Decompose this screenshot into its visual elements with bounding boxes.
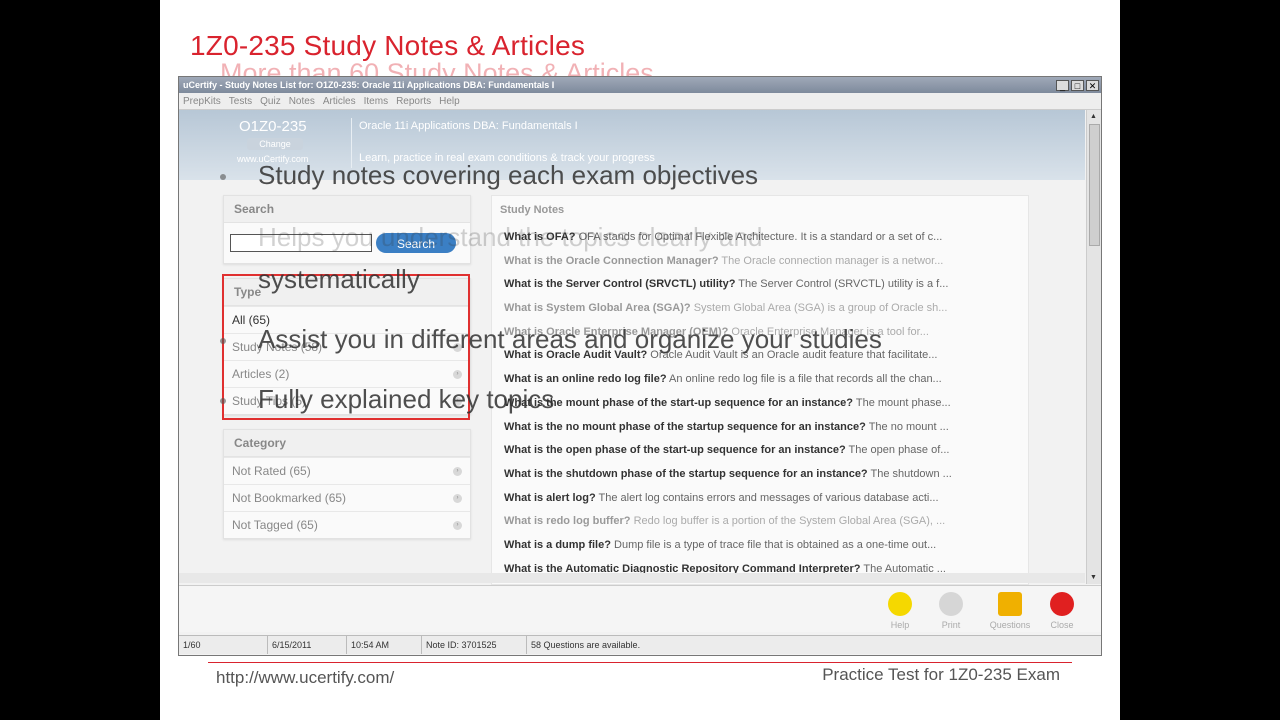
note-answer: System Global Area (SGA) is a group of O… (693, 302, 948, 315)
close-icon[interactable]: ✕ (1086, 79, 1099, 91)
status-note-id: Note ID: 3701525 (422, 636, 527, 654)
note-answer: The shutdown ... (870, 467, 952, 480)
questions-label: Questions (989, 620, 1031, 630)
questions-button[interactable]: Questions (985, 592, 1035, 630)
status-page: 1/60 (179, 636, 268, 654)
scroll-thumb[interactable] (1089, 124, 1100, 246)
category-filter-box: Category Not Rated (65) › Not Bookmarked… (223, 429, 471, 539)
search-header: Search (224, 196, 470, 223)
window-titlebar[interactable]: uCertify - Study Notes List for: O1Z0-23… (179, 77, 1101, 93)
scroll-up-icon[interactable]: ▲ (1089, 112, 1098, 121)
study-note-row[interactable]: What is the Oracle Connection Manager? T… (492, 250, 1014, 274)
note-question: What is redo log buffer? (504, 515, 631, 528)
bottom-toolbar: Help Print Questions Close (179, 585, 1101, 632)
window-title: uCertify - Study Notes List for: O1Z0-23… (183, 80, 555, 90)
category-item-label: Not Rated (65) (232, 464, 311, 478)
category-item-label: Not Tagged (65) (232, 518, 318, 532)
footer-caption: Practice Test for 1Z0-235 Exam (822, 665, 1060, 684)
category-item-not-bookmarked[interactable]: Not Bookmarked (65) › (224, 484, 470, 511)
category-item-not-tagged[interactable]: Not Tagged (65) › (224, 511, 470, 538)
category-header: Category (224, 430, 470, 457)
study-note-row[interactable]: What is alert log? The alert log contain… (492, 487, 1014, 511)
menu-reports[interactable]: Reports (396, 96, 431, 107)
note-question: What is the Server Control (SRVCTL) util… (504, 278, 736, 291)
study-notes-list: What is OFA? OFA stands for Optimal Flex… (492, 226, 1028, 581)
note-answer: The Oracle connection manager is a netwo… (721, 254, 944, 267)
print-label: Print (941, 620, 961, 630)
menu-quiz[interactable]: Quiz (260, 96, 281, 107)
note-question: What is the open phase of the start-up s… (504, 444, 846, 457)
questions-icon (998, 592, 1022, 616)
study-note-row[interactable]: What is the open phase of the start-up s… (492, 439, 1014, 463)
bullet-dot (220, 174, 226, 180)
note-answer: The no mount ... (868, 420, 949, 433)
study-note-row[interactable]: What is the Server Control (SRVCTL) util… (492, 273, 1014, 297)
study-note-row[interactable]: What is redo log buffer? Redo log buffer… (492, 510, 1014, 534)
note-question: What is a dump file? (504, 538, 611, 551)
note-answer: Redo log buffer is a portion of the Syst… (633, 515, 946, 528)
bullet-dot (220, 398, 226, 404)
scroll-down-icon[interactable]: ▼ (1089, 573, 1098, 582)
note-answer: Dump file is a type of trace file that i… (614, 538, 937, 551)
study-note-row[interactable]: What is the mount phase of the start-up … (492, 392, 1014, 416)
note-answer: The alert log contains errors and messag… (598, 491, 939, 504)
note-answer: The open phase of... (848, 444, 950, 457)
chevron-right-icon: › (453, 520, 462, 530)
study-note-row[interactable]: What is the no mount phase of the startu… (492, 416, 1014, 440)
close-button[interactable]: Close (1037, 592, 1087, 630)
note-question: What is the Oracle Connection Manager? (504, 254, 719, 267)
category-item-label: Not Bookmarked (65) (232, 491, 347, 505)
status-date: 6/15/2011 (268, 636, 347, 654)
study-note-row[interactable]: What is the shutdown phase of the startu… (492, 463, 1014, 487)
change-button[interactable]: Change (247, 138, 303, 150)
menu-prepkits[interactable]: PrepKits (183, 96, 221, 107)
close-app-icon (1050, 592, 1074, 616)
note-question: What is the mount phase of the start-up … (504, 396, 853, 409)
menu-items[interactable]: Items (364, 96, 388, 107)
horizontal-scrollbar[interactable] (179, 573, 1085, 583)
help-icon (888, 592, 912, 616)
note-answer: The mount phase... (855, 396, 951, 409)
study-note-row[interactable]: What is a dump file? Dump file is a type… (492, 534, 1014, 558)
close-label: Close (1050, 620, 1074, 630)
help-button[interactable]: Help (875, 592, 925, 630)
overlay-bullet: Fully explained key topics (258, 384, 555, 414)
footer-url: http://www.ucertify.com/ (216, 668, 395, 687)
bullet-dot (220, 338, 226, 344)
study-notes-panel: Study Notes What is OFA? OFA stands for … (491, 195, 1029, 585)
overlay-bullet: Helps you understand the topics clearly … (258, 222, 763, 252)
overlay-bullet: Assist you in different areas and organi… (258, 324, 882, 354)
help-label: Help (890, 620, 910, 630)
slide: 1Z0-235 Study Notes & Articles More than… (160, 0, 1120, 720)
maximize-icon[interactable]: □ (1071, 79, 1084, 91)
note-answer: The Server Control (SRVCTL) utility is a… (738, 278, 949, 291)
note-question: What is System Global Area (SGA)? (504, 302, 691, 315)
overlay-bullet: Study notes covering each exam objective… (258, 160, 759, 190)
exam-name: Oracle 11i Applications DBA: Fundamental… (359, 120, 578, 132)
note-question: What is the shutdown phase of the startu… (504, 467, 868, 480)
status-time: 10:54 AM (347, 636, 422, 654)
chevron-right-icon: › (453, 493, 462, 503)
menu-bar: PrepKits Tests Quiz Notes Articles Items… (179, 93, 1101, 110)
print-icon (939, 592, 963, 616)
note-answer: An online redo log file is a file that r… (669, 373, 942, 386)
chevron-right-icon: › (453, 466, 462, 476)
vertical-scrollbar[interactable]: ▲ ▼ (1086, 110, 1101, 584)
status-bar: 1/60 6/15/2011 10:54 AM Note ID: 3701525… (179, 635, 1101, 654)
footer-divider (208, 662, 1072, 663)
menu-notes[interactable]: Notes (289, 96, 315, 107)
note-question: What is the no mount phase of the startu… (504, 420, 866, 433)
category-item-not-rated[interactable]: Not Rated (65) › (224, 457, 470, 484)
menu-articles[interactable]: Articles (323, 96, 356, 107)
exam-code: O1Z0-235 (239, 118, 307, 135)
study-note-row[interactable]: What is an online redo log file? An onli… (492, 368, 1014, 392)
status-questions: 58 Questions are available. (531, 640, 641, 650)
menu-help[interactable]: Help (439, 96, 460, 107)
menu-tests[interactable]: Tests (229, 96, 252, 107)
note-question: What is alert log? (504, 491, 596, 504)
study-note-row[interactable]: What is System Global Area (SGA)? System… (492, 297, 1014, 321)
minimize-icon[interactable]: _ (1056, 79, 1069, 91)
print-button[interactable]: Print (926, 592, 976, 630)
overlay-bullet: systematically (258, 264, 420, 294)
